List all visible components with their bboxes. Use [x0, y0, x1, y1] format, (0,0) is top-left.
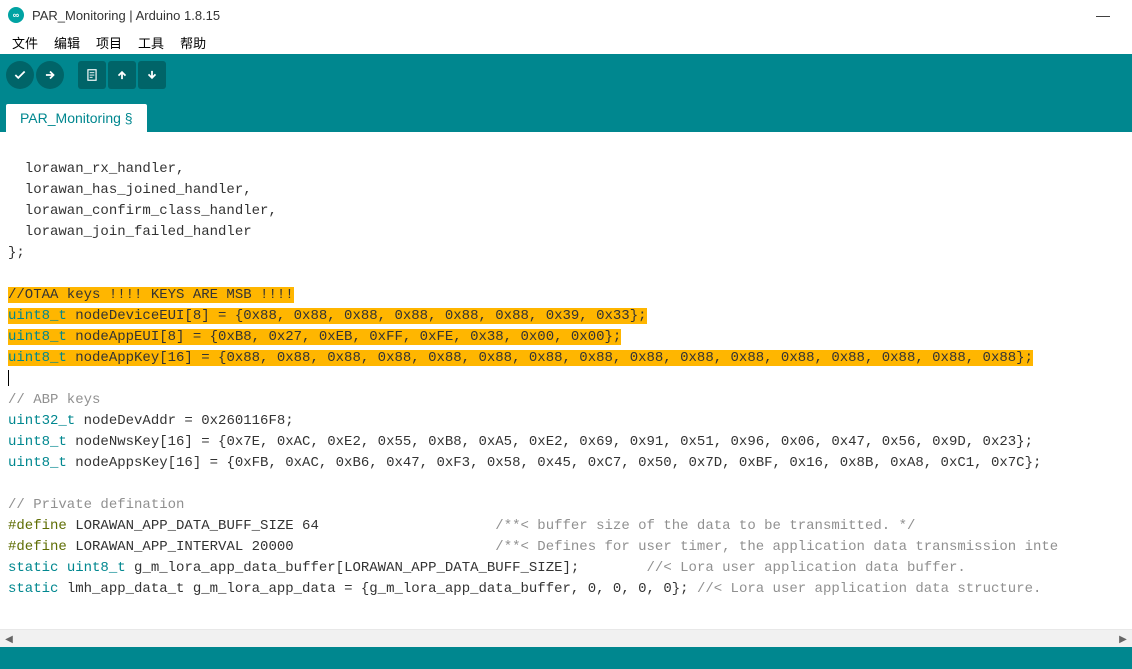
line: lorawan_confirm_class_handler, [8, 203, 277, 219]
highlighted-line: //OTAA keys !!!! KEYS ARE MSB !!!! [8, 287, 294, 303]
line: static uint8_t g_m_lora_app_data_buffer[… [8, 560, 966, 576]
line: #define LORAWAN_APP_DATA_BUFF_SIZE 64 /*… [8, 518, 915, 534]
minimize-button[interactable]: — [1082, 7, 1124, 23]
menu-help[interactable]: 帮助 [172, 31, 214, 54]
arrow-up-icon [115, 68, 129, 82]
arrow-down-icon [145, 68, 159, 82]
line: lorawan_rx_handler, [8, 161, 184, 177]
check-icon [13, 68, 27, 82]
file-icon [85, 68, 99, 82]
highlighted-line: uint8_t nodeAppEUI[8] = {0xB8, 0x27, 0xE… [8, 329, 621, 345]
arrow-right-icon [43, 68, 57, 82]
line: static lmh_app_data_t g_m_lora_app_data … [8, 581, 1041, 597]
verify-button[interactable] [6, 61, 34, 89]
comment-line: // Private defination [8, 497, 184, 513]
line: lorawan_has_joined_handler, [8, 182, 252, 198]
line: uint8_t nodeNwsKey[16] = {0x7E, 0xAC, 0x… [8, 434, 1033, 450]
tab-bar: PAR_Monitoring § [0, 96, 1132, 132]
title-bar: ∞ PAR_Monitoring | Arduino 1.8.15 — [0, 0, 1132, 30]
highlighted-line: uint8_t nodeAppKey[16] = {0x88, 0x88, 0x… [8, 350, 1033, 366]
line: }; [8, 245, 25, 261]
scrollbar-track[interactable] [0, 630, 1132, 647]
tab-sketch[interactable]: PAR_Monitoring § [6, 104, 147, 132]
toolbar [0, 54, 1132, 96]
comment-line: // ABP keys [8, 392, 100, 408]
line: uint32_t nodeDevAddr = 0x260116F8; [8, 413, 294, 429]
menu-edit[interactable]: 编辑 [46, 31, 88, 54]
status-bar [0, 647, 1132, 669]
upload-button[interactable] [36, 61, 64, 89]
arduino-logo-icon: ∞ [8, 7, 24, 23]
scroll-right-button[interactable]: ▶ [1114, 630, 1132, 648]
menu-file[interactable]: 文件 [4, 31, 46, 54]
save-button[interactable] [138, 61, 166, 89]
menu-bar: 文件 编辑 项目 工具 帮助 [0, 30, 1132, 54]
menu-project[interactable]: 项目 [88, 31, 130, 54]
line: #define LORAWAN_APP_INTERVAL 20000 /**< … [8, 539, 1058, 555]
text-caret [8, 370, 9, 386]
scroll-left-button[interactable]: ◀ [0, 630, 18, 648]
highlighted-line: uint8_t nodeDeviceEUI[8] = {0x88, 0x88, … [8, 308, 647, 324]
line: uint8_t nodeAppsKey[16] = {0xFB, 0xAC, 0… [8, 455, 1041, 471]
horizontal-scrollbar[interactable]: ◀ ▶ [0, 629, 1132, 647]
new-button[interactable] [78, 61, 106, 89]
code-editor[interactable]: lorawan_rx_handler, lorawan_has_joined_h… [0, 132, 1132, 629]
menu-tools[interactable]: 工具 [130, 31, 172, 54]
open-button[interactable] [108, 61, 136, 89]
window-title: PAR_Monitoring | Arduino 1.8.15 [32, 8, 1082, 23]
line: lorawan_join_failed_handler [8, 224, 252, 240]
